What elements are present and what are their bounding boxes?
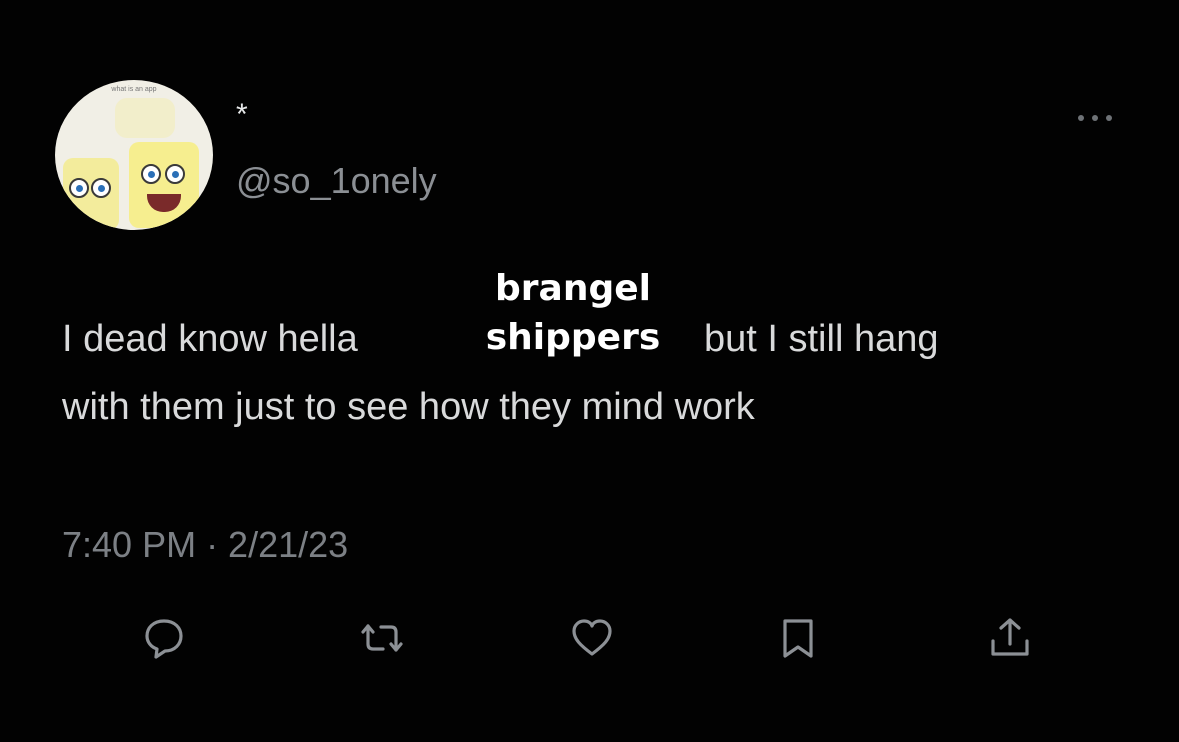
tweet-text-line1-end: but I still hang (704, 318, 939, 360)
avatar-caption: what is an app (111, 86, 157, 93)
tweet-text-line2: with them just to see how they mind work (62, 386, 755, 428)
tweet-card: what is an app * @so_1onely I dead know … (0, 0, 1179, 742)
more-icon[interactable] (1078, 112, 1112, 124)
share-icon[interactable] (984, 612, 1036, 664)
overlay-caption: brangel shippers (466, 264, 680, 362)
overlay-line2: shippers (485, 317, 661, 358)
user-handle[interactable]: @so_1onely (236, 160, 437, 202)
like-icon[interactable] (566, 612, 618, 664)
tweet-timestamp[interactable]: 7:40 PM · 2/21/23 (62, 524, 348, 566)
reply-icon[interactable] (138, 612, 190, 664)
tweet-text-line1-start: I dead know hella (62, 318, 358, 360)
action-bar (0, 612, 1179, 672)
display-name[interactable]: * (236, 98, 248, 132)
bookmark-icon[interactable] (772, 612, 824, 664)
overlay-line1: brangel (495, 268, 651, 309)
avatar[interactable]: what is an app (55, 80, 213, 230)
retweet-icon[interactable] (356, 612, 408, 664)
